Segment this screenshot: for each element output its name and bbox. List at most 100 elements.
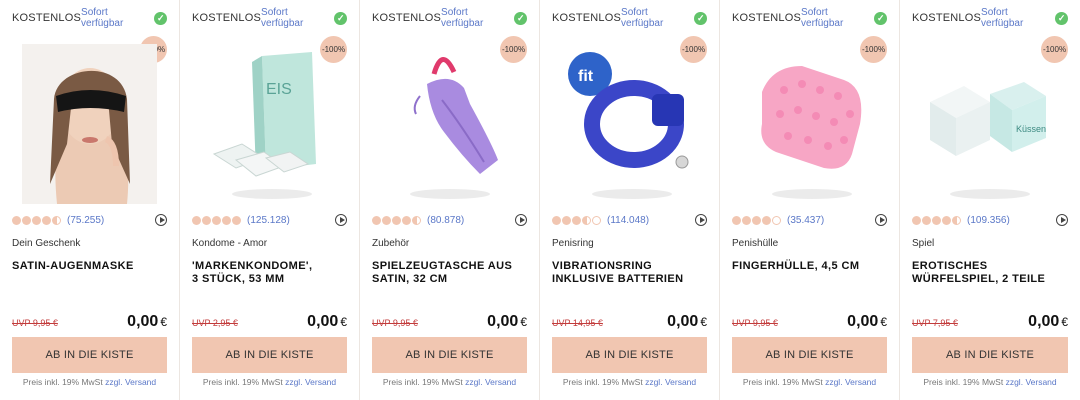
dice-image[interactable]: Küssen [912, 44, 1068, 204]
category-label: Penisring [552, 238, 594, 249]
star-empty-icon [592, 215, 601, 225]
check-icon: ✓ [154, 11, 167, 25]
review-count[interactable]: (114.048) [607, 215, 649, 226]
shipping-link[interactable]: zzgl. Versand [465, 377, 516, 387]
rating-row: (109.356) [912, 212, 1068, 228]
star-icon [192, 215, 201, 225]
shipping-link[interactable]: zzgl. Versand [285, 377, 336, 387]
satin-bag-image[interactable] [372, 44, 528, 204]
star-icon [392, 215, 401, 225]
add-to-cart-button[interactable]: AB IN DIE KISTE [912, 337, 1068, 373]
availability: Sofort verfügbar ✓ [801, 7, 887, 29]
star-icon [22, 215, 31, 225]
check-icon: ✓ [694, 11, 707, 25]
review-count[interactable]: (75.255) [67, 215, 104, 226]
availability: Sofort verfügbar ✓ [81, 7, 167, 29]
star-icon [742, 215, 751, 225]
product-title[interactable]: FINGERHÜLLE, 4,5 CM [732, 260, 887, 273]
product-title[interactable]: VIBRATIONSRING INKLUSIVE BATTERIEN [552, 260, 707, 286]
category-label: Penishülle [732, 238, 779, 249]
rating-stars [732, 215, 781, 225]
category-label: Kondome - Amor [192, 238, 268, 249]
star-empty-icon [772, 215, 781, 225]
review-count[interactable]: (35.437) [787, 215, 824, 226]
vat-note: Preis inkl. 19% MwSt zzgl. Versand [382, 377, 517, 387]
finger-sleeve-image[interactable] [732, 44, 888, 204]
free-tag: KOSTENLOS [12, 12, 82, 24]
vat-note: Preis inkl. 19% MwSt zzgl. Versand [22, 377, 157, 387]
add-to-cart-button[interactable]: AB IN DIE KISTE [552, 337, 707, 373]
check-icon: ✓ [874, 11, 887, 25]
star-icon [202, 215, 211, 225]
play-icon[interactable] [695, 214, 707, 226]
rating-stars [192, 215, 241, 225]
price: 0,00 € [847, 313, 887, 330]
check-icon: ✓ [1055, 11, 1068, 25]
star-half-icon [582, 215, 591, 225]
product-card[interactable]: KOSTENLOS Sofort verfügbar ✓ -100% fit (1… [540, 0, 720, 400]
play-icon[interactable] [155, 214, 167, 226]
add-to-cart-button[interactable]: AB IN DIE KISTE [12, 337, 167, 373]
uvp-price: UVP 9,95 € [732, 318, 778, 328]
review-count[interactable]: (80.878) [427, 215, 464, 226]
star-half-icon [52, 215, 61, 225]
product-title[interactable]: SPIELZEUGTASCHE AUS SATIN, 32 CM [372, 260, 527, 286]
play-icon[interactable] [335, 214, 347, 226]
shipping-link[interactable]: zzgl. Versand [105, 377, 156, 387]
category-label: Spiel [912, 238, 935, 249]
availability: Sofort verfügbar ✓ [621, 7, 707, 29]
product-card[interactable]: KOSTENLOS Sofort verfügbar ✓ -100% Küssen… [900, 0, 1080, 400]
product-card[interactable]: KOSTENLOS Sofort verfügbar ✓ -100% EIS (1… [180, 0, 360, 400]
price: 0,00 € [667, 313, 707, 330]
free-tag: KOSTENLOS [372, 12, 442, 24]
product-title[interactable]: EROTISCHES WÜRFELSPIEL, 2 TEILE [912, 260, 1068, 286]
uvp-price: UVP 7,95 € [912, 318, 958, 328]
play-icon[interactable] [875, 214, 887, 226]
star-icon [732, 215, 741, 225]
availability: Sofort verfügbar ✓ [261, 7, 347, 29]
star-icon [942, 215, 951, 225]
rating-row: (125.128) [192, 212, 347, 228]
play-icon[interactable] [515, 214, 527, 226]
availability: Sofort verfügbar ✓ [441, 7, 527, 29]
rating-row: (80.878) [372, 212, 527, 228]
shipping-link[interactable]: zzgl. Versand [825, 377, 876, 387]
vat-note: Preis inkl. 19% MwSt zzgl. Versand [923, 377, 1057, 387]
play-icon[interactable] [1056, 214, 1068, 226]
sleep-mask-image[interactable] [12, 44, 168, 204]
star-icon [562, 215, 571, 225]
star-icon [212, 215, 221, 225]
rating-row: (35.437) [732, 212, 887, 228]
star-icon [372, 215, 381, 225]
product-title[interactable]: SATIN-AUGENMASKE [12, 260, 167, 273]
free-tag: KOSTENLOS [192, 12, 262, 24]
star-icon [382, 215, 391, 225]
shipping-link[interactable]: zzgl. Versand [645, 377, 696, 387]
product-card[interactable]: KOSTENLOS Sofort verfügbar ✓ -100% (80.87… [360, 0, 540, 400]
price: 0,00 € [487, 313, 527, 330]
review-count[interactable]: (109.356) [967, 215, 1010, 226]
star-icon [912, 215, 921, 225]
add-to-cart-button[interactable]: AB IN DIE KISTE [732, 337, 887, 373]
vibrating-ring-image[interactable]: fit [552, 44, 708, 204]
free-tag: KOSTENLOS [912, 12, 982, 24]
shipping-link[interactable]: zzgl. Versand [1006, 377, 1057, 387]
free-tag: KOSTENLOS [552, 12, 622, 24]
uvp-price: UVP 9,95 € [372, 318, 418, 328]
star-icon [32, 215, 41, 225]
rating-stars [12, 215, 61, 225]
add-to-cart-button[interactable]: AB IN DIE KISTE [372, 337, 527, 373]
add-to-cart-button[interactable]: AB IN DIE KISTE [192, 337, 347, 373]
review-count[interactable]: (125.128) [247, 215, 290, 226]
star-icon [552, 215, 561, 225]
uvp-price: UVP 9,95 € [12, 318, 58, 328]
rating-row: (75.255) [12, 212, 167, 228]
product-card[interactable]: KOSTENLOS Sofort verfügbar✓ -100% (75.25… [0, 0, 180, 400]
product-card[interactable]: KOSTENLOS Sofort verfügbar ✓ -100% (35.43… [720, 0, 900, 400]
uvp-price: UVP 14,95 € [552, 318, 603, 328]
condom-box-image[interactable]: EIS [192, 44, 348, 204]
product-title[interactable]: 'MARKENKONDOME', 3 STÜCK, 53 MM [192, 260, 347, 286]
price: 0,00 € [307, 313, 347, 330]
box-text: EIS [266, 81, 292, 98]
rating-stars [372, 215, 421, 225]
